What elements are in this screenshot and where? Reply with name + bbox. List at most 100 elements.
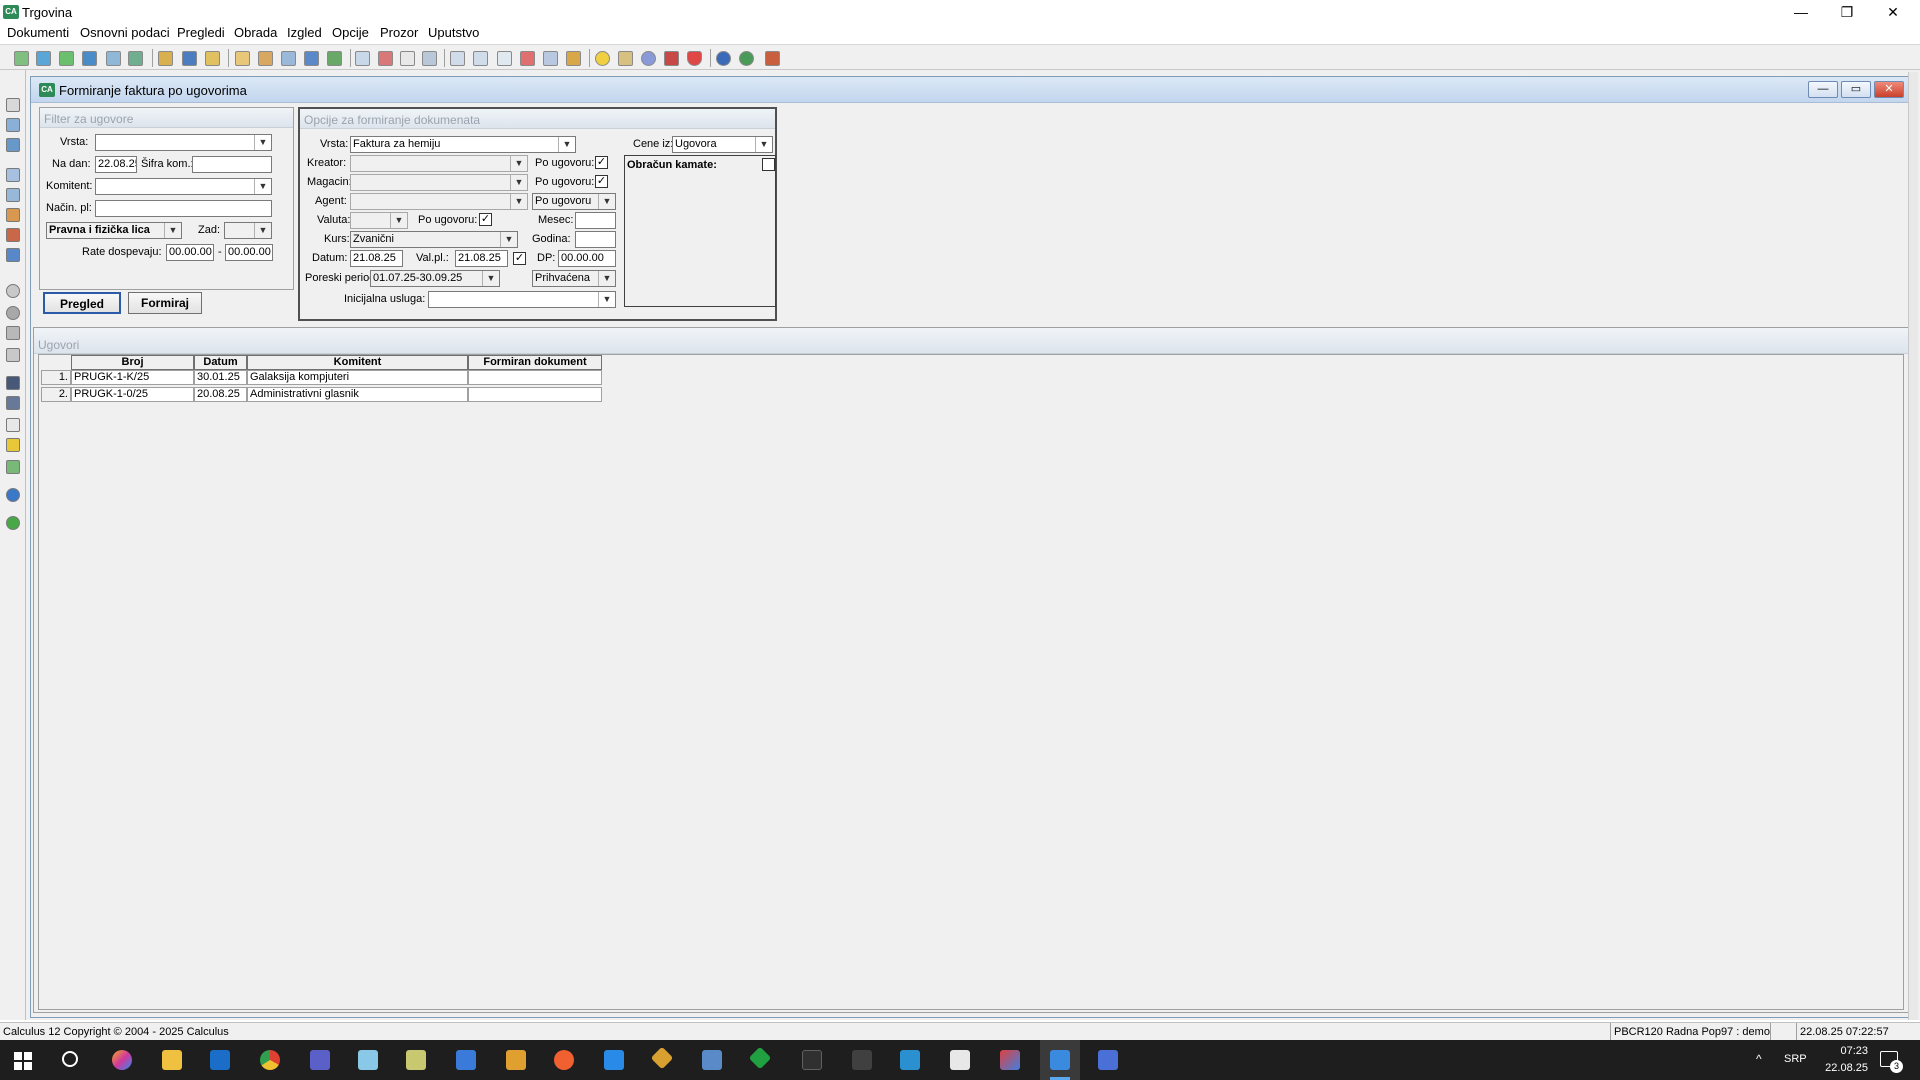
box-icon[interactable] <box>6 228 20 242</box>
chevron-down-icon[interactable]: ▼ <box>598 292 615 307</box>
heart-icon[interactable] <box>687 51 702 66</box>
copilot-icon[interactable] <box>112 1050 132 1070</box>
next-icon[interactable] <box>6 516 20 530</box>
menu-obrada[interactable]: Obrada <box>234 25 277 40</box>
remove-icon[interactable] <box>6 306 20 320</box>
chevron-down-icon[interactable]: ▼ <box>755 137 772 152</box>
notes-icon[interactable] <box>358 1050 378 1070</box>
list-icon[interactable] <box>6 138 20 152</box>
valpl-checkbox[interactable]: ✓ <box>513 252 526 265</box>
tag-icon[interactable] <box>618 51 633 66</box>
language-indicator[interactable]: SRP <box>1784 1053 1807 1065</box>
screen-icon[interactable] <box>950 1050 970 1070</box>
cell-broj[interactable]: PRUGK-1-K/25 <box>71 370 194 385</box>
options-agent-select[interactable]: ▼ <box>350 193 528 210</box>
tray-expand-icon[interactable]: ^ <box>1756 1052 1762 1066</box>
print-icon[interactable] <box>106 51 121 66</box>
teams-icon[interactable] <box>310 1050 330 1070</box>
editor-icon[interactable] <box>406 1050 426 1070</box>
chevron-down-icon[interactable]: ▼ <box>510 194 527 209</box>
new-document-icon[interactable] <box>14 51 29 66</box>
github-icon[interactable] <box>802 1050 822 1070</box>
edit-pen-icon[interactable] <box>6 348 20 362</box>
chevron-down-icon[interactable]: ▼ <box>254 179 271 194</box>
pencil-icon[interactable] <box>258 51 273 66</box>
folder-icon[interactable] <box>158 51 173 66</box>
menu-izgled[interactable]: Izgled <box>287 25 322 40</box>
obracun-kamate-checkbox[interactable] <box>762 158 775 171</box>
options-vrsta-select[interactable]: Faktura za hemiju ▼ <box>350 136 576 153</box>
settings-icon[interactable] <box>664 51 679 66</box>
filter-sifra-input[interactable] <box>192 156 272 173</box>
clock-date[interactable]: 22.08.25 <box>1814 1062 1868 1074</box>
globe-icon[interactable] <box>739 51 754 66</box>
edit-icon[interactable] <box>235 51 250 66</box>
chevron-down-icon[interactable]: ▼ <box>390 213 407 228</box>
chevron-down-icon[interactable]: ▼ <box>558 137 575 152</box>
open-icon[interactable] <box>36 51 51 66</box>
filter-rate-to-input[interactable]: 00.00.00 <box>225 244 273 261</box>
sum-icon[interactable] <box>400 51 415 66</box>
valuta-po-ugovoru-checkbox[interactable]: ✓ <box>479 213 492 226</box>
clock-time[interactable]: 07:23 <box>1820 1045 1868 1057</box>
table-icon[interactable] <box>422 51 437 66</box>
options-kurs-select[interactable]: Zvanični ▼ <box>350 231 518 248</box>
vscode-icon[interactable] <box>604 1050 624 1070</box>
options-godina-input[interactable] <box>575 231 616 248</box>
options-datum-input[interactable]: 21.08.25 <box>350 250 403 267</box>
store-icon[interactable] <box>900 1050 920 1070</box>
write-icon[interactable] <box>281 51 296 66</box>
windows-start-icon[interactable] <box>14 1052 32 1070</box>
calculus-app-icon[interactable] <box>1050 1050 1070 1070</box>
vertical-scrollbar[interactable] <box>1908 72 1918 1020</box>
cell-datum[interactable]: 30.01.25 <box>194 370 247 385</box>
chevron-down-icon[interactable]: ▼ <box>598 194 615 209</box>
printer-icon[interactable] <box>6 168 20 182</box>
options-kreator-select[interactable]: ▼ <box>350 155 528 172</box>
outlook-icon[interactable] <box>210 1050 230 1070</box>
cell-datum[interactable]: 20.08.25 <box>194 387 247 402</box>
save-icon[interactable] <box>6 98 20 112</box>
table-row[interactable]: 2. PRUGK-1-0/25 20.08.25 Administrativni… <box>39 387 603 404</box>
child-restore-button[interactable]: ▭ <box>1841 81 1871 98</box>
app-switch-icon[interactable] <box>1000 1050 1020 1070</box>
filter-vrsta-select[interactable]: ▼ <box>95 134 272 151</box>
add-icon[interactable] <box>6 284 20 298</box>
options-magacin-select[interactable]: ▼ <box>350 174 528 191</box>
chevron-down-icon[interactable]: ▼ <box>482 271 499 286</box>
column-header-formiran-dokument[interactable]: Formiran dokument <box>468 355 602 370</box>
cell-formiran-dokument[interactable] <box>468 370 602 385</box>
lightbulb-icon[interactable] <box>595 51 610 66</box>
chevron-down-icon[interactable]: ▼ <box>254 223 271 238</box>
menu-opcije[interactable]: Opcije <box>332 25 369 40</box>
copy-icon[interactable] <box>497 51 512 66</box>
menu-uputstvo[interactable]: Uputstvo <box>428 25 479 40</box>
expand-icon[interactable] <box>6 460 20 474</box>
child-minimize-button[interactable]: — <box>1808 81 1838 98</box>
layout-left-icon[interactable] <box>450 51 465 66</box>
window-icon[interactable] <box>543 51 558 66</box>
cell-komitent[interactable]: Administrativni glasnik <box>247 387 468 402</box>
chrome-icon[interactable] <box>260 1050 280 1070</box>
file-explorer-icon[interactable] <box>162 1050 182 1070</box>
pregled-button[interactable]: Pregled <box>43 292 121 314</box>
stamp-icon[interactable] <box>327 51 342 66</box>
package-icon[interactable] <box>566 51 581 66</box>
options-inicijalna-select[interactable]: ▼ <box>428 291 616 308</box>
book-icon[interactable] <box>182 51 197 66</box>
cancel-icon[interactable] <box>378 51 393 66</box>
filter-zad-select[interactable]: ▼ <box>224 222 272 239</box>
transfer-icon[interactable] <box>128 51 143 66</box>
find-next-icon[interactable] <box>6 396 20 410</box>
menu-prozor[interactable]: Prozor <box>380 25 418 40</box>
magacin-po-ugovoru-checkbox[interactable]: ✓ <box>595 175 608 188</box>
archive-icon[interactable] <box>205 51 220 66</box>
filter-na-dan-input[interactable]: 22.08.25 <box>95 156 137 173</box>
menu-pregledi[interactable]: Pregledi <box>177 25 225 40</box>
layout-grid-icon[interactable] <box>473 51 488 66</box>
options-valpl-input[interactable]: 21.08.25 <box>455 250 508 267</box>
tool-icon[interactable] <box>506 1050 526 1070</box>
filter-rate-from-input[interactable]: 00.00.00 <box>166 244 214 261</box>
menu-dokumenti[interactable]: Dokumenti <box>7 25 69 40</box>
exit-icon[interactable] <box>765 51 780 66</box>
